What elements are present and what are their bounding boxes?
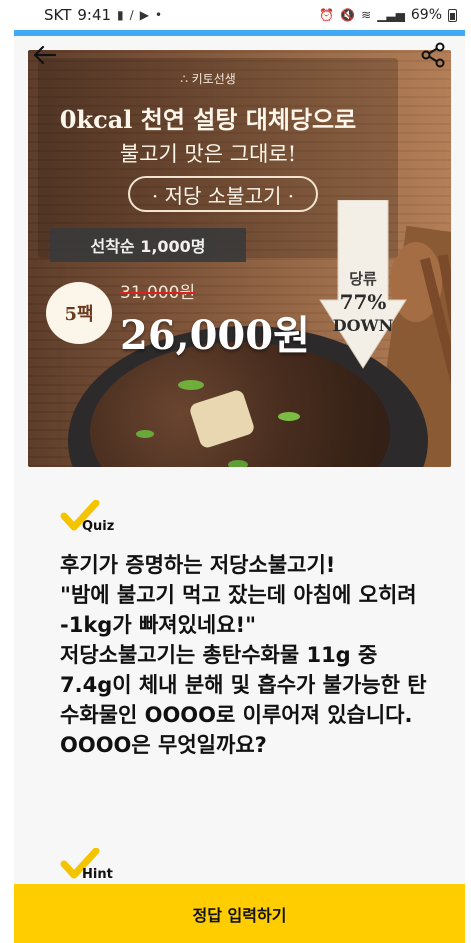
old-price: 31,000원 [120,283,196,303]
green-onion [178,380,204,390]
link-icon: ∕ [129,8,134,22]
promo-banner: ∴ 키토선생 0kcal 천연 설탕 대체당으로 불고기 맛은 그대로! · 저… [28,50,451,467]
quiz-label: Quiz [60,500,115,534]
status-bar: SKT 9:41 ▮ ∕ ▶ • ⏰ 🔇 ≋ ▁▃▅ 69% [0,0,471,30]
new-price: 26,000원 [120,312,310,359]
alarm-icon: ⏰ [319,8,335,22]
accent-line [14,30,465,36]
mute-icon: 🔇 [340,8,356,22]
share-button[interactable] [418,40,448,70]
headline-line-1: 0kcal 천연 설탕 대체당으로 [59,105,357,134]
wifi-icon: ≋ [361,8,372,22]
hint-label-text: Hint [82,867,113,882]
green-onion [136,430,154,438]
back-button[interactable] [30,42,60,68]
more-dot-icon: • [154,8,163,22]
menu-name-pill: · 저당 소불고기 · [128,176,318,212]
status-left: SKT 9:41 ▮ ∕ ▶ • [44,6,162,24]
quiz-label-text: Quiz [82,519,115,534]
headline-line-2: 불고기 맛은 그대로! [119,142,297,166]
time-text: 9:41 [77,6,112,24]
submit-answer-button[interactable]: 정답 입력하기 [14,884,465,943]
green-onion [278,412,300,421]
carrier-text: SKT [44,6,72,24]
brand-text: ∴ 키토선생 [180,72,236,86]
first-come-banner: 선착순 1,000명 [50,228,246,262]
quiz-question: 후기가 증명하는 저당소불고기! "밤에 불고기 먹고 잤는데 아침에 오히려 … [60,553,427,757]
back-arrow-icon [34,46,56,64]
green-onion [228,460,248,467]
battery-text: 69% [410,7,442,23]
signal-icon: ▁▃▅ [377,8,405,22]
status-right: ⏰ 🔇 ≋ ▁▃▅ 69% [319,7,457,23]
pack-badge: 5팩 [46,282,112,344]
sugar-percent: 77% [339,290,387,314]
notification-icon: ▮ [117,8,124,22]
youtube-icon: ▶ [139,8,149,22]
battery-icon [448,8,457,22]
hint-label[interactable]: Hint [60,848,113,882]
sugar-down-text: DOWN [332,316,394,335]
app-frame: ∴ 키토선생 0kcal 천연 설탕 대체당으로 불고기 맛은 그대로! · 저… [14,30,465,943]
sugar-label: 당류 [349,270,377,288]
share-icon [421,42,445,68]
